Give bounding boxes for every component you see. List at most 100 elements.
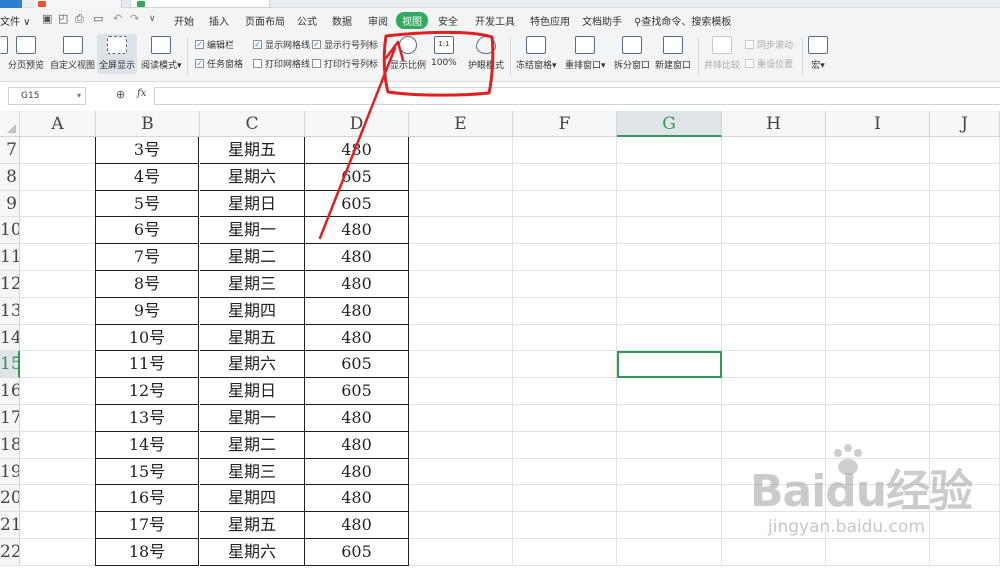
cell-d[interactable]: 480 — [305, 244, 409, 271]
cell-j[interactable] — [930, 378, 1000, 405]
print-gridlines-checkbox[interactable]: 打印网格线 — [253, 57, 310, 70]
cell-e[interactable] — [409, 324, 513, 352]
reading-mode-button[interactable]: 阅读模式▾ — [141, 36, 182, 71]
cell-a[interactable] — [20, 378, 96, 405]
row-header[interactable]: 11 — [0, 244, 20, 271]
normal-view-button[interactable] — [0, 36, 8, 58]
cell-a[interactable] — [20, 190, 96, 218]
cell-b[interactable]: 13号 — [95, 405, 199, 432]
menu-item-special[interactable]: 特色应用 — [530, 13, 570, 28]
cell-c[interactable]: 星期三 — [200, 458, 305, 486]
zoom-button[interactable]: 显示比例 — [390, 36, 426, 71]
cell-b[interactable]: 8号 — [95, 271, 199, 298]
cell-d[interactable]: 480 — [305, 297, 409, 325]
menu-item-home[interactable]: 开始 — [174, 13, 194, 28]
cell-f[interactable] — [513, 458, 617, 486]
cell-c[interactable]: 星期一 — [200, 405, 305, 432]
cell-g[interactable] — [617, 163, 722, 191]
row-header[interactable]: 17 — [0, 405, 20, 432]
cell-c[interactable]: 星期五 — [200, 512, 305, 539]
menu-item-page-layout[interactable]: 页面布局 — [245, 13, 285, 28]
preview-icon[interactable]: ▭ — [93, 12, 103, 25]
cell-g[interactable] — [617, 485, 722, 513]
print-headings-checkbox[interactable]: 打印行号列标 — [312, 57, 378, 70]
cell-g[interactable] — [617, 539, 722, 566]
cell-c[interactable]: 星期四 — [200, 485, 305, 513]
cell-a[interactable] — [20, 458, 96, 486]
name-box[interactable]: G15 ▾ — [8, 87, 86, 105]
cell-e[interactable] — [409, 271, 513, 298]
arrange-windows-button[interactable]: 重排窗口▾ — [565, 36, 606, 71]
cell-e[interactable] — [409, 378, 513, 405]
column-header-e[interactable]: E — [409, 111, 513, 137]
cell-e[interactable] — [409, 485, 513, 513]
cell-d[interactable]: 605 — [305, 351, 409, 379]
cell-b[interactable]: 16号 — [95, 485, 199, 513]
menu-item-insert[interactable]: 插入 — [209, 13, 229, 28]
cell-g[interactable] — [617, 271, 722, 298]
cell-b[interactable]: 5号 — [95, 190, 199, 218]
cell-g[interactable] — [617, 378, 722, 405]
row-header[interactable]: 13 — [0, 297, 20, 325]
cell-e[interactable] — [409, 405, 513, 432]
cell-c[interactable]: 星期五 — [200, 324, 305, 352]
menu-item-doc-assistant[interactable]: 文档助手 — [582, 13, 622, 28]
cell-d[interactable]: 605 — [305, 378, 409, 405]
cell-h[interactable] — [722, 190, 826, 218]
cell-e[interactable] — [409, 163, 513, 191]
zoom-100-button[interactable]: 1:1 100% — [431, 36, 457, 68]
cell-j[interactable] — [930, 271, 1000, 298]
cell-b[interactable]: 6号 — [95, 217, 199, 245]
cell-j[interactable] — [930, 324, 1000, 352]
row-header[interactable]: 21 — [0, 512, 20, 539]
app-tab[interactable] — [0, 0, 22, 8]
cell-i[interactable] — [826, 351, 930, 379]
cell-b[interactable]: 9号 — [95, 297, 199, 325]
cell-g[interactable] — [617, 431, 722, 459]
cell-b[interactable]: 15号 — [95, 458, 199, 486]
cell-d[interactable]: 480 — [305, 137, 409, 164]
cell-j[interactable] — [930, 190, 1000, 218]
cell-f[interactable] — [513, 217, 617, 245]
cell-g[interactable] — [617, 405, 722, 432]
column-header-f[interactable]: F — [513, 111, 617, 137]
cell-a[interactable] — [20, 217, 96, 245]
cell-c[interactable]: 星期六 — [200, 163, 305, 191]
row-header[interactable]: 12 — [0, 271, 20, 298]
cell-i[interactable] — [826, 378, 930, 405]
cell-c[interactable]: 星期一 — [200, 217, 305, 245]
cell-c[interactable]: 星期六 — [200, 351, 305, 379]
row-header[interactable]: 7 — [0, 137, 20, 164]
cell-i[interactable] — [826, 190, 930, 218]
cell-e[interactable] — [409, 351, 513, 379]
cell-j[interactable] — [930, 351, 1000, 379]
cell-h[interactable] — [722, 324, 826, 352]
new-window-button[interactable]: 新建窗口 — [655, 36, 691, 71]
cell-c[interactable]: 星期六 — [200, 539, 305, 566]
cell-b[interactable]: 11号 — [95, 351, 199, 379]
row-header[interactable]: 20 — [0, 485, 20, 513]
cell-h[interactable] — [722, 297, 826, 325]
cell-d[interactable]: 480 — [305, 324, 409, 352]
full-screen-button[interactable]: 全屏显示 — [97, 34, 138, 74]
cell-j[interactable] — [930, 137, 1000, 164]
cell-b[interactable]: 7号 — [95, 244, 199, 271]
formula-input[interactable] — [154, 87, 1000, 105]
cell-j[interactable] — [930, 163, 1000, 191]
cell-g[interactable] — [617, 137, 722, 164]
cell-e[interactable] — [409, 137, 513, 164]
cell-h[interactable] — [722, 244, 826, 271]
cell-f[interactable] — [513, 485, 617, 513]
cell-h[interactable] — [722, 351, 826, 379]
menu-item-formulas[interactable]: 公式 — [297, 13, 317, 28]
cell-e[interactable] — [409, 539, 513, 566]
menu-item-security[interactable]: 安全 — [438, 13, 458, 28]
undo-icon[interactable]: ↶ — [113, 12, 122, 25]
row-header[interactable]: 8 — [0, 163, 20, 191]
cell-g[interactable] — [617, 244, 722, 271]
column-header-d[interactable]: D — [305, 111, 409, 137]
cell-i[interactable] — [826, 163, 930, 191]
cell-e[interactable] — [409, 458, 513, 486]
cell-h[interactable] — [722, 405, 826, 432]
zoom-formula-icon[interactable]: ⊕ — [116, 88, 125, 101]
